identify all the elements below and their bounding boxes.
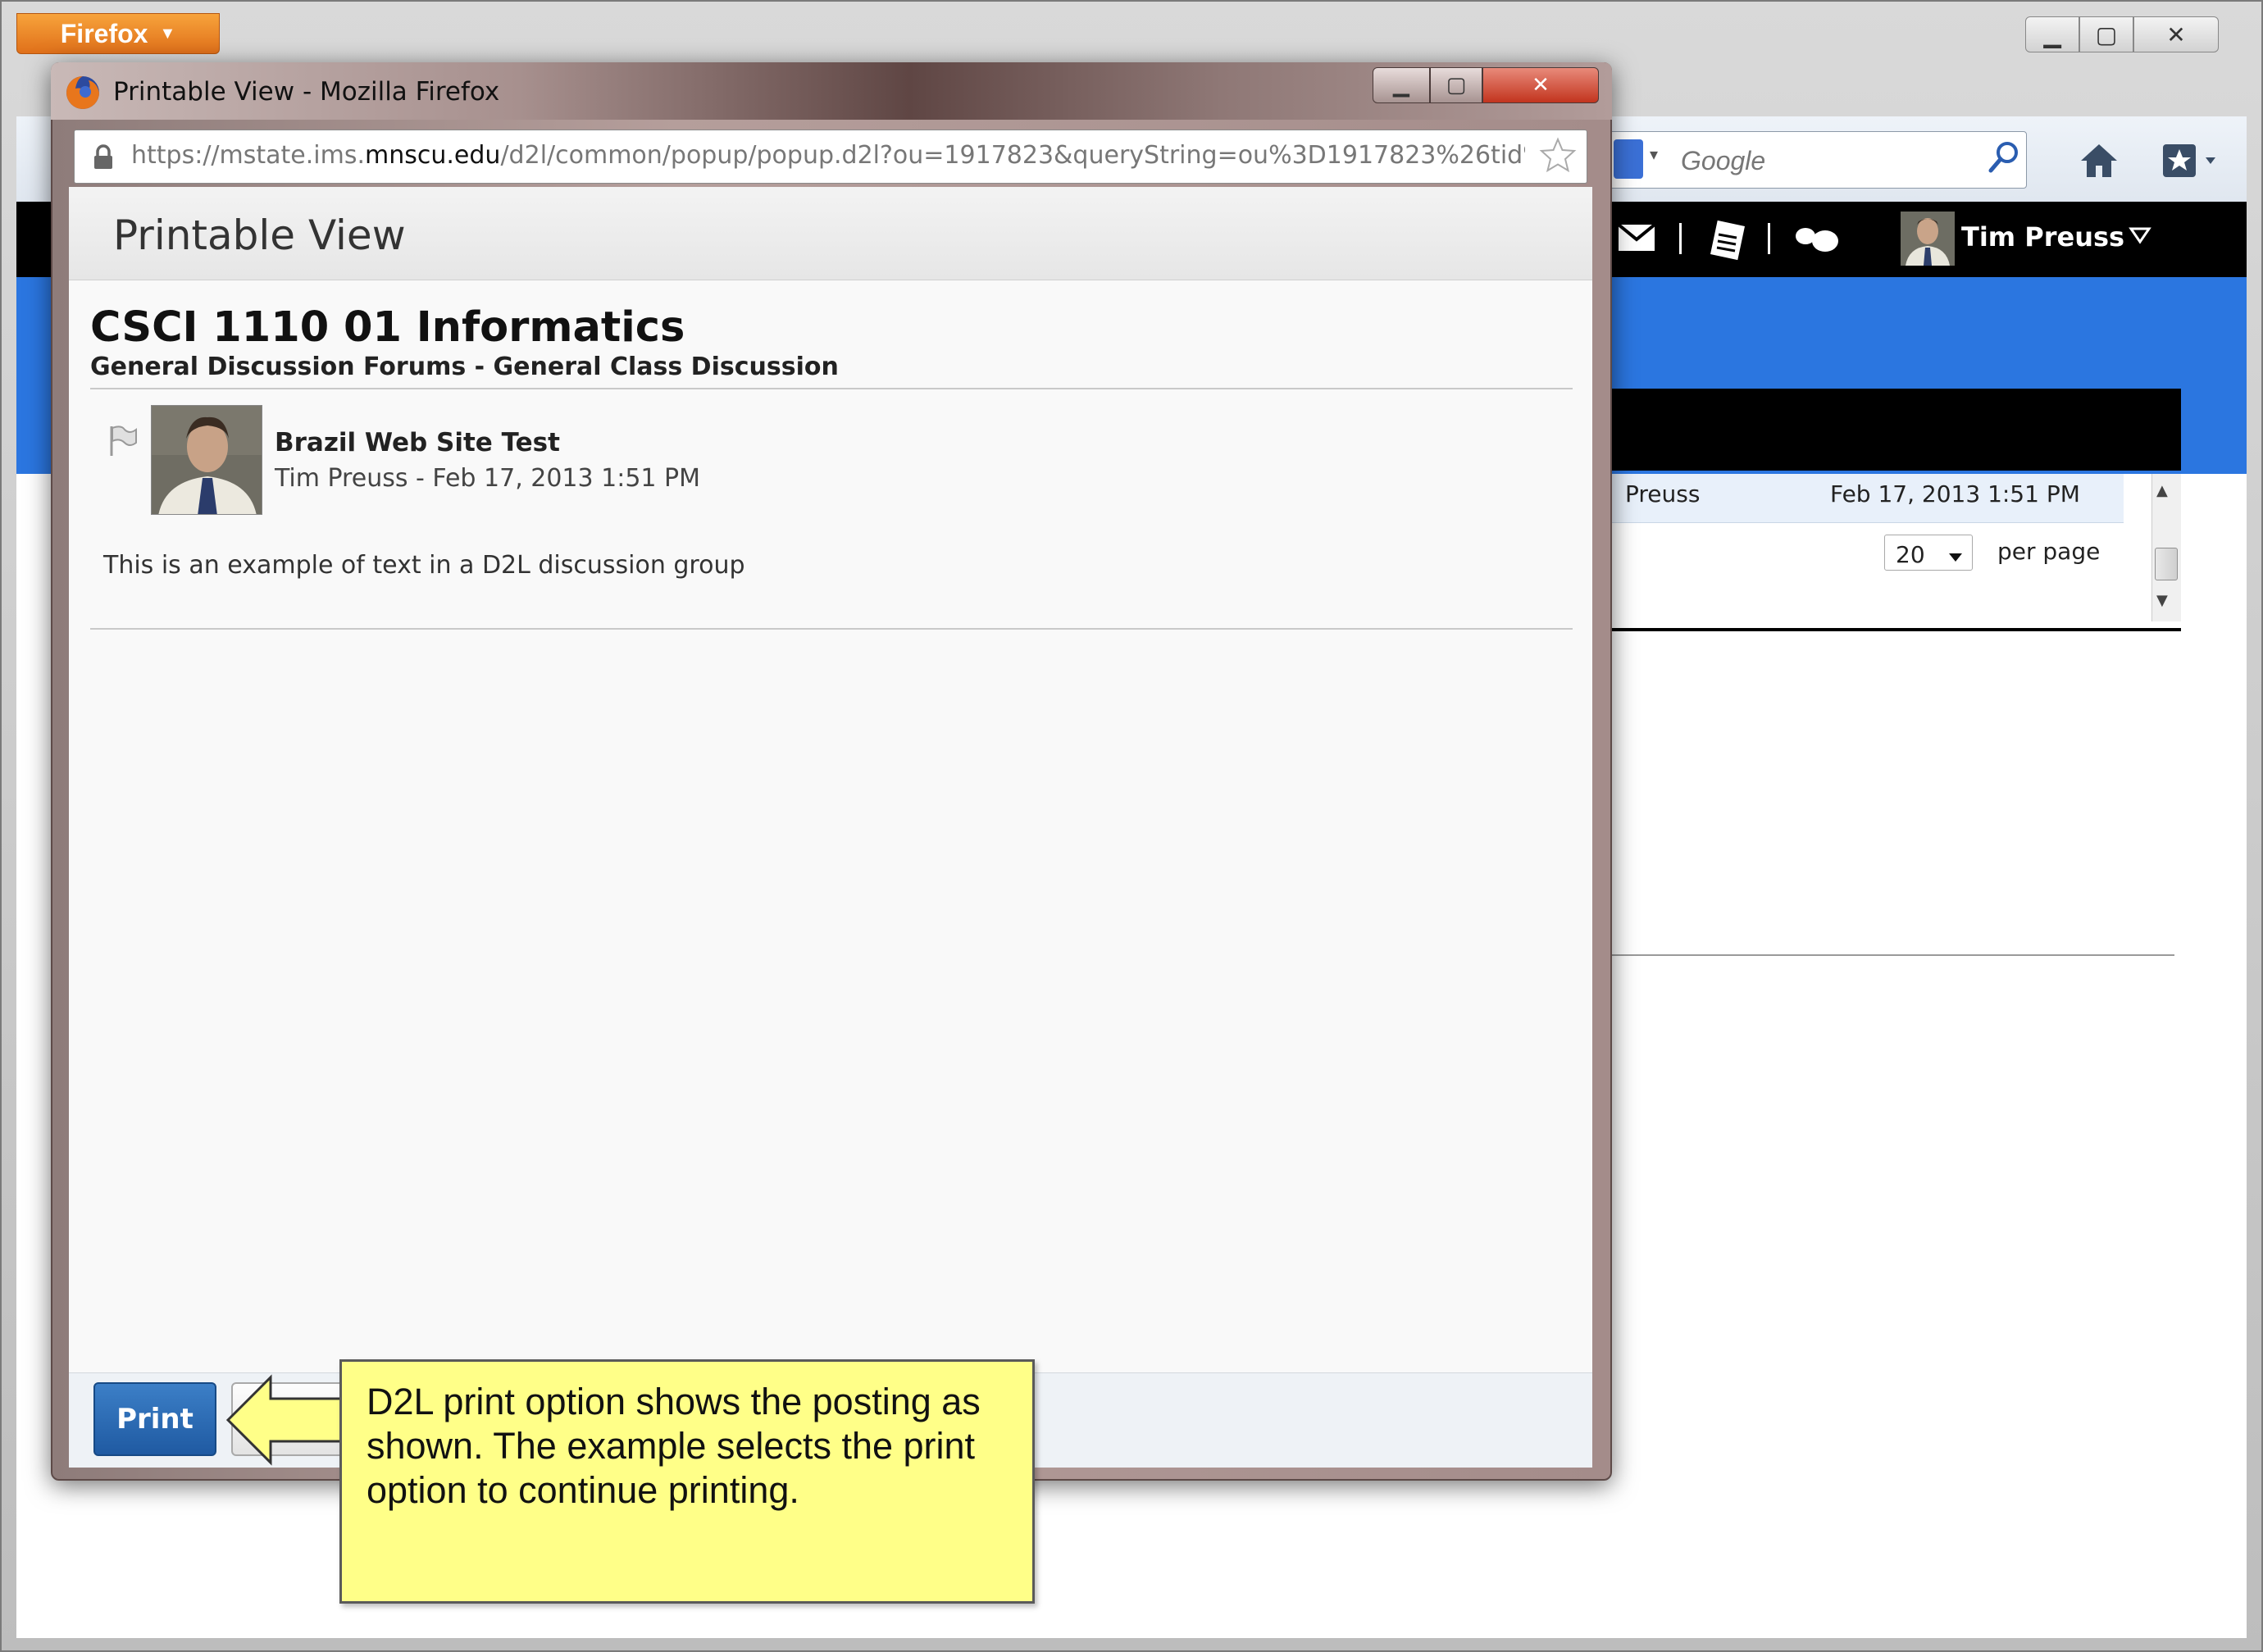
print-button[interactable]: Print [93, 1382, 216, 1456]
window-title: Printable View - Mozilla Firefox [113, 77, 500, 107]
row-author: Preuss [1625, 480, 1701, 507]
callout-arrow-icon [225, 1374, 356, 1466]
minimize-button[interactable]: ▁ [1373, 67, 1430, 103]
chevron-down-icon[interactable] [1948, 553, 1963, 562]
chat-icon[interactable] [1792, 220, 1842, 261]
post-body: This is an example of text in a D2L disc… [103, 551, 745, 580]
course-title: CSCI 1110 01 Informatics [90, 303, 685, 352]
scroll-up-icon[interactable]: ▲ [2156, 482, 2168, 499]
close-button[interactable]: ✕ [1482, 67, 1599, 103]
discussion-header-bar [1558, 389, 2181, 471]
divider [90, 388, 1573, 389]
avatar[interactable] [1901, 212, 1955, 266]
scroll-down-icon[interactable]: ▼ [2156, 592, 2168, 609]
search-input[interactable] [1609, 131, 2027, 189]
nav-separator [1768, 223, 1770, 254]
divider [1558, 628, 2181, 631]
firefox-menu-button[interactable]: Firefox ▼ [16, 13, 220, 54]
page-title: Printable View [113, 212, 406, 259]
post-title: Brazil Web Site Test [275, 428, 560, 457]
maximize-button[interactable]: ▢ [1430, 67, 1482, 103]
maximize-button[interactable]: ▢ [2079, 16, 2133, 52]
post-author-date: Tim Preuss - Feb 17, 2013 1:51 PM [275, 464, 701, 493]
scrollbar-thumb[interactable] [2155, 548, 2178, 580]
url-prefix: https://mstate.ims. [131, 141, 366, 170]
bookmarks-icon[interactable] [2160, 138, 2225, 184]
updates-icon[interactable] [1707, 215, 1748, 261]
divider [1558, 954, 2174, 956]
minimize-button[interactable]: ▁ [2025, 16, 2079, 52]
per-page-label: per page [1997, 538, 2101, 565]
url-suffix: /d2l/common/popup/popup.d2l?ou=1917823&q… [500, 141, 1525, 170]
row-date: Feb 17, 2013 1:51 PM [1830, 480, 2080, 507]
mail-icon[interactable] [1614, 215, 1660, 261]
forum-breadcrumb: General Discussion Forums - General Clas… [90, 353, 839, 381]
chevron-down-icon: ▼ [159, 24, 176, 43]
per-page-value: 20 [1896, 541, 1925, 568]
star-icon[interactable] [1538, 136, 1578, 175]
lock-icon [94, 144, 112, 169]
url-text[interactable]: https://mstate.ims.mnscu.edu/d2l/common/… [131, 141, 1525, 170]
url-domain: mnscu.edu [365, 141, 501, 170]
user-name[interactable]: Tim Preuss [1961, 221, 2124, 253]
flag-icon[interactable] [105, 423, 141, 459]
search-icon[interactable] [1983, 138, 2024, 179]
divider [90, 628, 1573, 630]
author-avatar [151, 405, 262, 515]
close-button[interactable]: ✕ [2133, 16, 2219, 52]
search-engine-icon[interactable] [1614, 139, 1643, 179]
search-placeholder: Google [1681, 146, 1766, 175]
chevron-down-icon[interactable]: ▾ [1650, 144, 1658, 164]
firefox-menu-label: Firefox [60, 18, 148, 48]
home-icon[interactable] [2076, 138, 2122, 184]
firefox-logo-icon [66, 76, 99, 109]
nav-separator [1679, 223, 1682, 254]
chevron-down-icon[interactable] [2129, 226, 2151, 244]
callout-annotation: D2L print option shows the posting as sh… [339, 1359, 1035, 1604]
